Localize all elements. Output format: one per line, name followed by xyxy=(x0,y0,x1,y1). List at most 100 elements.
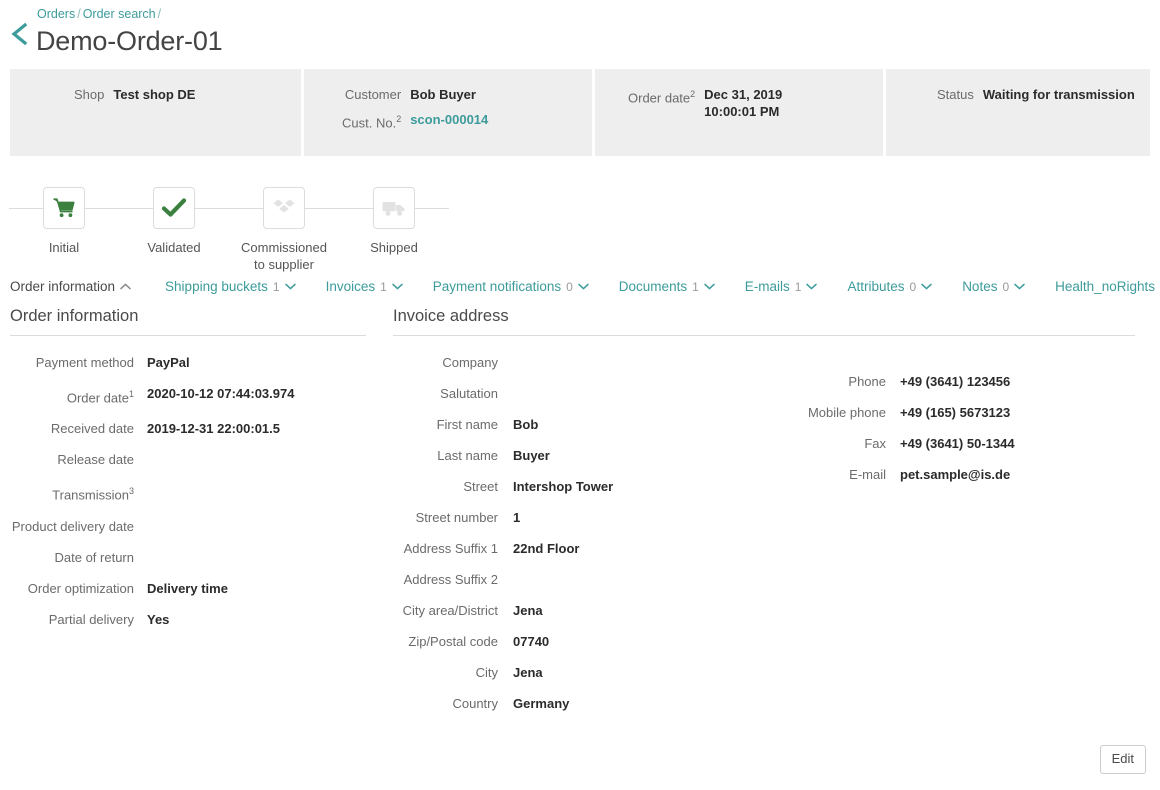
stepper-step-commissioned-label: Commissioned to supplier xyxy=(241,240,327,272)
tab-attributes[interactable]: Attributes 0 xyxy=(847,279,946,294)
customer-label: Customer xyxy=(344,87,402,102)
status-label: Status xyxy=(937,87,974,102)
field-zip-code-value: 07740 xyxy=(513,634,550,649)
field-product-delivery-date-value xyxy=(134,519,366,550)
field-zip-code-label: Zip/Postal code xyxy=(408,634,498,649)
shop-label: Shop xyxy=(74,87,105,102)
stepper-step-validated-label: Validated xyxy=(147,240,201,255)
summary-field-customer-no: Cust. No.2 scon-000014 xyxy=(342,111,488,139)
field-date-of-return: Date of return xyxy=(10,550,366,581)
field-email: E-mail pet.sample@is.de xyxy=(790,467,1015,498)
order-information-heading: Order information xyxy=(10,306,366,336)
field-mobile-phone: Mobile phone +49 (165) 5673123 xyxy=(790,405,1015,436)
field-street-value: Intershop Tower xyxy=(513,479,614,494)
tab-documents-count: 1 xyxy=(692,280,699,294)
field-partial-delivery-label: Partial delivery xyxy=(48,611,134,627)
field-country: Country Germany xyxy=(393,696,613,727)
page-title: Demo-Order-01 xyxy=(36,26,223,56)
tab-notes[interactable]: Notes 0 xyxy=(962,279,1039,294)
page-header: Orders / Order search / Demo-Order-01 xyxy=(0,0,1160,58)
order-information-fields: Payment method PayPal Order date1 2020-1… xyxy=(10,355,366,643)
field-address-suffix-2: Address Suffix 2 xyxy=(393,572,613,603)
chevron-down-icon xyxy=(921,278,932,290)
stepper-step-initial-box xyxy=(43,187,85,229)
field-transmission-value xyxy=(134,483,366,518)
tab-order-information[interactable]: Order information xyxy=(10,279,145,294)
field-first-name-label: First name xyxy=(436,417,498,432)
chevron-down-icon xyxy=(704,278,715,290)
tab-emails-count: 1 xyxy=(794,280,802,294)
field-order-optimization: Order optimization Delivery time xyxy=(10,581,366,612)
field-address-suffix-2-value xyxy=(498,572,613,603)
field-mobile-phone-value: +49 (165) 5673123 xyxy=(900,405,1011,420)
shop-value: Test shop DE xyxy=(113,87,196,102)
stepper-step-initial[interactable]: Initial xyxy=(9,178,119,273)
field-order-optimization-value: Delivery time xyxy=(147,580,228,596)
detail-tab-bar: Order information Shipping buckets 1 Inv… xyxy=(0,270,1160,294)
tab-health-norights[interactable]: Health_noRights xyxy=(1055,279,1160,294)
tab-invoices[interactable]: Invoices 1 xyxy=(326,279,417,294)
field-email-label: E-mail xyxy=(849,467,886,482)
edit-button[interactable]: Edit xyxy=(1099,745,1146,774)
field-payment-method-label: Payment method xyxy=(35,355,134,370)
field-salutation-label: Salutation xyxy=(440,386,498,401)
breadcrumb-item-orders[interactable]: Orders xyxy=(37,7,75,21)
summary-field-shop: Shop Test shop DE xyxy=(74,86,195,111)
customer-no-link[interactable]: scon-000014 xyxy=(410,111,488,139)
invoice-address-fields: Company Salutation First name Bob Last n… xyxy=(393,355,614,727)
tab-payment-notifications[interactable]: Payment notifications 0 xyxy=(433,279,603,294)
field-last-name: Last name Buyer xyxy=(393,448,613,479)
breadcrumb-separator: / xyxy=(77,7,81,21)
field-payment-method: Payment method PayPal xyxy=(10,355,366,386)
field-street: Street Intershop Tower xyxy=(393,479,613,510)
field-company-label: Company xyxy=(442,355,498,370)
invoice-address-section: Invoice address Company Salutation First… xyxy=(393,306,1135,727)
tab-order-information-label: Order information xyxy=(10,279,116,294)
summary-card-status: Status Waiting for transmission xyxy=(886,69,1150,156)
check-icon xyxy=(161,198,187,217)
tab-shipping-buckets[interactable]: Shipping buckets 1 xyxy=(165,279,310,294)
field-address-suffix-2-label: Address Suffix 2 xyxy=(403,572,498,587)
field-city-area-label: City area/District xyxy=(402,603,498,618)
field-product-delivery-date: Product delivery date xyxy=(10,519,366,550)
field-city-value: Jena xyxy=(513,665,543,680)
field-mobile-phone-label: Mobile phone xyxy=(807,405,886,420)
chevron-down-icon xyxy=(392,278,403,290)
tab-shipping-buckets-count: 1 xyxy=(272,280,280,294)
tab-emails-label: E-mails xyxy=(744,279,790,294)
field-city: City Jena xyxy=(393,665,613,696)
field-first-name-value: Bob xyxy=(513,417,539,432)
field-street-label: Street xyxy=(463,479,498,494)
field-address-suffix-1: Address Suffix 1 22nd Floor xyxy=(393,541,613,572)
field-order-optimization-label: Order optimization xyxy=(27,580,134,596)
tab-invoices-label: Invoices xyxy=(325,279,376,294)
field-phone: Phone +49 (3641) 123456 xyxy=(790,374,1015,405)
field-street-number: Street number 1 xyxy=(393,510,613,541)
tab-emails[interactable]: E-mails 1 xyxy=(745,279,832,294)
tab-attributes-label: Attributes xyxy=(847,279,905,294)
order-date-footnote: 2 xyxy=(690,89,696,99)
tab-documents[interactable]: Documents 1 xyxy=(619,279,729,294)
field-transmission-label: Transmission3 xyxy=(10,483,134,518)
stepper-step-commissioned-box xyxy=(263,187,305,229)
stepper-step-initial-label: Initial xyxy=(48,240,80,255)
field-payment-method-value: PayPal xyxy=(147,355,190,370)
customer-no-footnote: 2 xyxy=(396,114,402,124)
back-button[interactable] xyxy=(8,21,30,47)
stepper-step-commissioned[interactable]: Commissioned to supplier xyxy=(229,178,339,273)
field-zip-code: Zip/Postal code 07740 xyxy=(393,634,613,665)
summary-field-customer: Customer Bob Buyer xyxy=(342,86,488,111)
stepper-step-validated-box xyxy=(153,187,195,229)
stepper-step-shipped[interactable]: Shipped xyxy=(339,178,449,273)
tab-shipping-buckets-label: Shipping buckets xyxy=(165,279,268,294)
field-city-area-value: Jena xyxy=(513,603,543,618)
field-address-suffix-1-label: Address Suffix 1 xyxy=(403,541,498,556)
breadcrumb-item-order-search[interactable]: Order search xyxy=(83,7,156,21)
stepper-step-validated[interactable]: Validated xyxy=(119,178,229,273)
field-product-delivery-date-label: Product delivery date xyxy=(11,518,134,534)
field-phone-value: +49 (3641) 123456 xyxy=(900,374,1011,389)
field-city-area: City area/District Jena xyxy=(393,603,613,634)
field-street-number-value: 1 xyxy=(513,510,521,525)
field-order-date-label-text: Order date xyxy=(66,390,129,406)
field-transmission-footnote: 3 xyxy=(128,486,134,497)
